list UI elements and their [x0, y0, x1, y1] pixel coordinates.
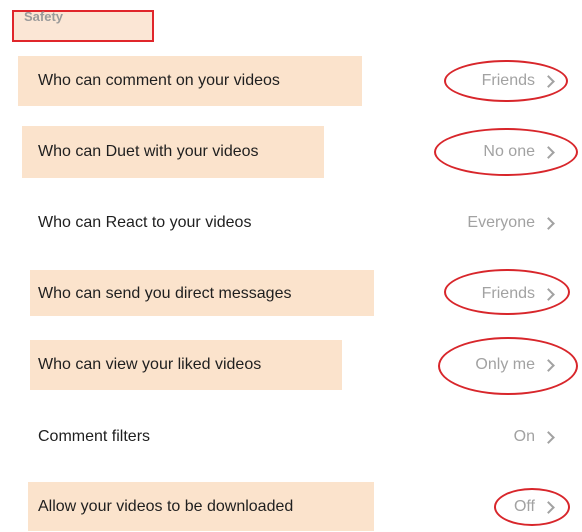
- setting-row-downloads[interactable]: Allow your videos to be downloaded Off: [0, 482, 582, 532]
- setting-row-messages[interactable]: Who can send you direct messages Friends: [0, 270, 582, 320]
- setting-value-text: Everyone: [467, 214, 535, 231]
- chevron-right-icon: [542, 500, 555, 514]
- setting-label: Who can React to your videos: [38, 214, 252, 231]
- setting-value-text: On: [513, 428, 535, 445]
- chevron-right-icon: [542, 287, 555, 301]
- setting-value[interactable]: Only me: [475, 357, 556, 373]
- setting-value[interactable]: On: [514, 429, 556, 445]
- setting-value-text: No one: [483, 143, 535, 160]
- chevron-right-icon: [542, 74, 555, 88]
- setting-label: Comment filters: [38, 428, 151, 445]
- setting-row-comment[interactable]: Who can comment on your videos Friends: [0, 56, 582, 106]
- setting-value-text: Friends: [481, 72, 535, 89]
- chevron-right-icon: [542, 358, 555, 372]
- chevron-right-icon: [542, 145, 555, 159]
- setting-row-liked-videos[interactable]: Who can view your liked videos Only me: [0, 340, 582, 390]
- setting-value[interactable]: Friends: [482, 286, 556, 302]
- setting-label: Who can Duet with your videos: [38, 143, 259, 160]
- setting-value-text: Friends: [481, 285, 535, 302]
- setting-label: Who can view your liked videos: [38, 356, 262, 373]
- setting-value-text: Off: [513, 498, 535, 515]
- setting-value[interactable]: Off: [514, 499, 556, 515]
- setting-label: Allow your videos to be downloaded: [38, 498, 294, 515]
- setting-value[interactable]: Friends: [482, 73, 556, 89]
- setting-value[interactable]: No one: [483, 144, 556, 160]
- setting-row-duet[interactable]: Who can Duet with your videos No one: [0, 126, 582, 178]
- setting-row-react[interactable]: Who can React to your videos Everyone: [0, 198, 582, 248]
- chevron-right-icon: [542, 430, 555, 444]
- setting-value-text: Only me: [475, 356, 535, 373]
- setting-label: Who can comment on your videos: [38, 72, 280, 89]
- setting-label: Who can send you direct messages: [38, 285, 292, 302]
- setting-value[interactable]: Everyone: [467, 215, 556, 231]
- section-title: Safety: [24, 9, 64, 24]
- setting-row-comment-filters[interactable]: Comment filters On: [0, 412, 582, 462]
- chevron-right-icon: [542, 216, 555, 230]
